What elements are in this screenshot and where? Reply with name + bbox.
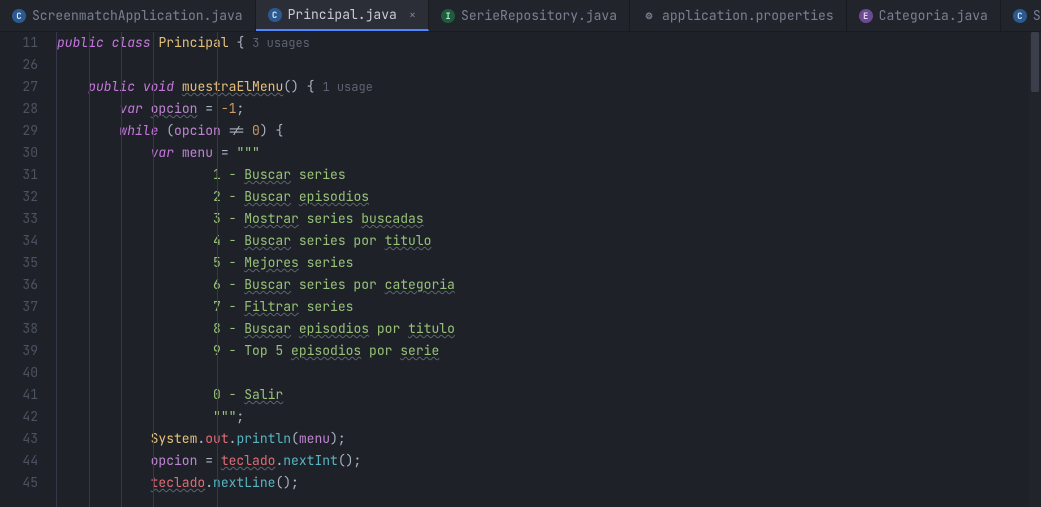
line-number: 44 [0, 450, 38, 472]
line-number: 26 [0, 54, 38, 76]
line-number: 11 [0, 32, 38, 54]
line-gutter: 1126272829303132333435363738394041424344… [0, 32, 56, 507]
file-type-icon: I [441, 9, 455, 23]
tab-label: Categoria.java [879, 7, 988, 24]
line-number: 28 [0, 98, 38, 120]
tab-label: ScreenmatchApplication.java [32, 7, 243, 24]
line-number: 33 [0, 208, 38, 230]
scrollbar-thumb[interactable] [1031, 32, 1039, 92]
tab-label: Serie.java [1033, 7, 1041, 24]
line-number: 39 [0, 340, 38, 362]
tab-label: application.properties [662, 7, 834, 24]
line-number: 42 [0, 406, 38, 428]
line-number: 37 [0, 296, 38, 318]
line-number: 32 [0, 186, 38, 208]
line-number: 29 [0, 120, 38, 142]
editor-tabs: C ScreenmatchApplication.java C Principal.j… [0, 0, 1041, 32]
code-editor: 1126272829303132333435363738394041424344… [0, 32, 1041, 507]
file-type-icon: C [1013, 9, 1027, 23]
line-number: 43 [0, 428, 38, 450]
tab-principal-java[interactable]: C Principal.java × [256, 0, 429, 31]
line-number: 36 [0, 274, 38, 296]
line-number: 27 [0, 76, 38, 98]
tab-label: SerieRepository.java [461, 7, 617, 24]
line-number: 31 [0, 164, 38, 186]
file-type-icon: C [12, 9, 26, 23]
tab-serie-java[interactable]: C Serie.java [1001, 0, 1041, 31]
line-number: 30 [0, 142, 38, 164]
line-number: 34 [0, 230, 38, 252]
line-number: 38 [0, 318, 38, 340]
file-type-icon: C [268, 8, 282, 22]
tab-categoria-java[interactable]: E Categoria.java [847, 0, 1001, 31]
tab-application-properties[interactable]: ⚙ application.properties [630, 0, 847, 31]
vertical-scrollbar[interactable] [1029, 32, 1041, 507]
tab-label: Principal.java [288, 6, 397, 23]
code-area[interactable]: public class Principal {3 usages public … [56, 32, 1041, 507]
tab-serierepository-java[interactable]: I SerieRepository.java [429, 0, 630, 31]
line-number: 35 [0, 252, 38, 274]
line-number: 40 [0, 362, 38, 384]
tab-screenmatchapplication-java[interactable]: C ScreenmatchApplication.java [0, 0, 256, 31]
gear-icon: ⚙ [642, 9, 656, 23]
line-number: 41 [0, 384, 38, 406]
file-type-icon: E [859, 9, 873, 23]
close-icon[interactable]: × [409, 7, 416, 23]
line-number: 45 [0, 472, 38, 494]
